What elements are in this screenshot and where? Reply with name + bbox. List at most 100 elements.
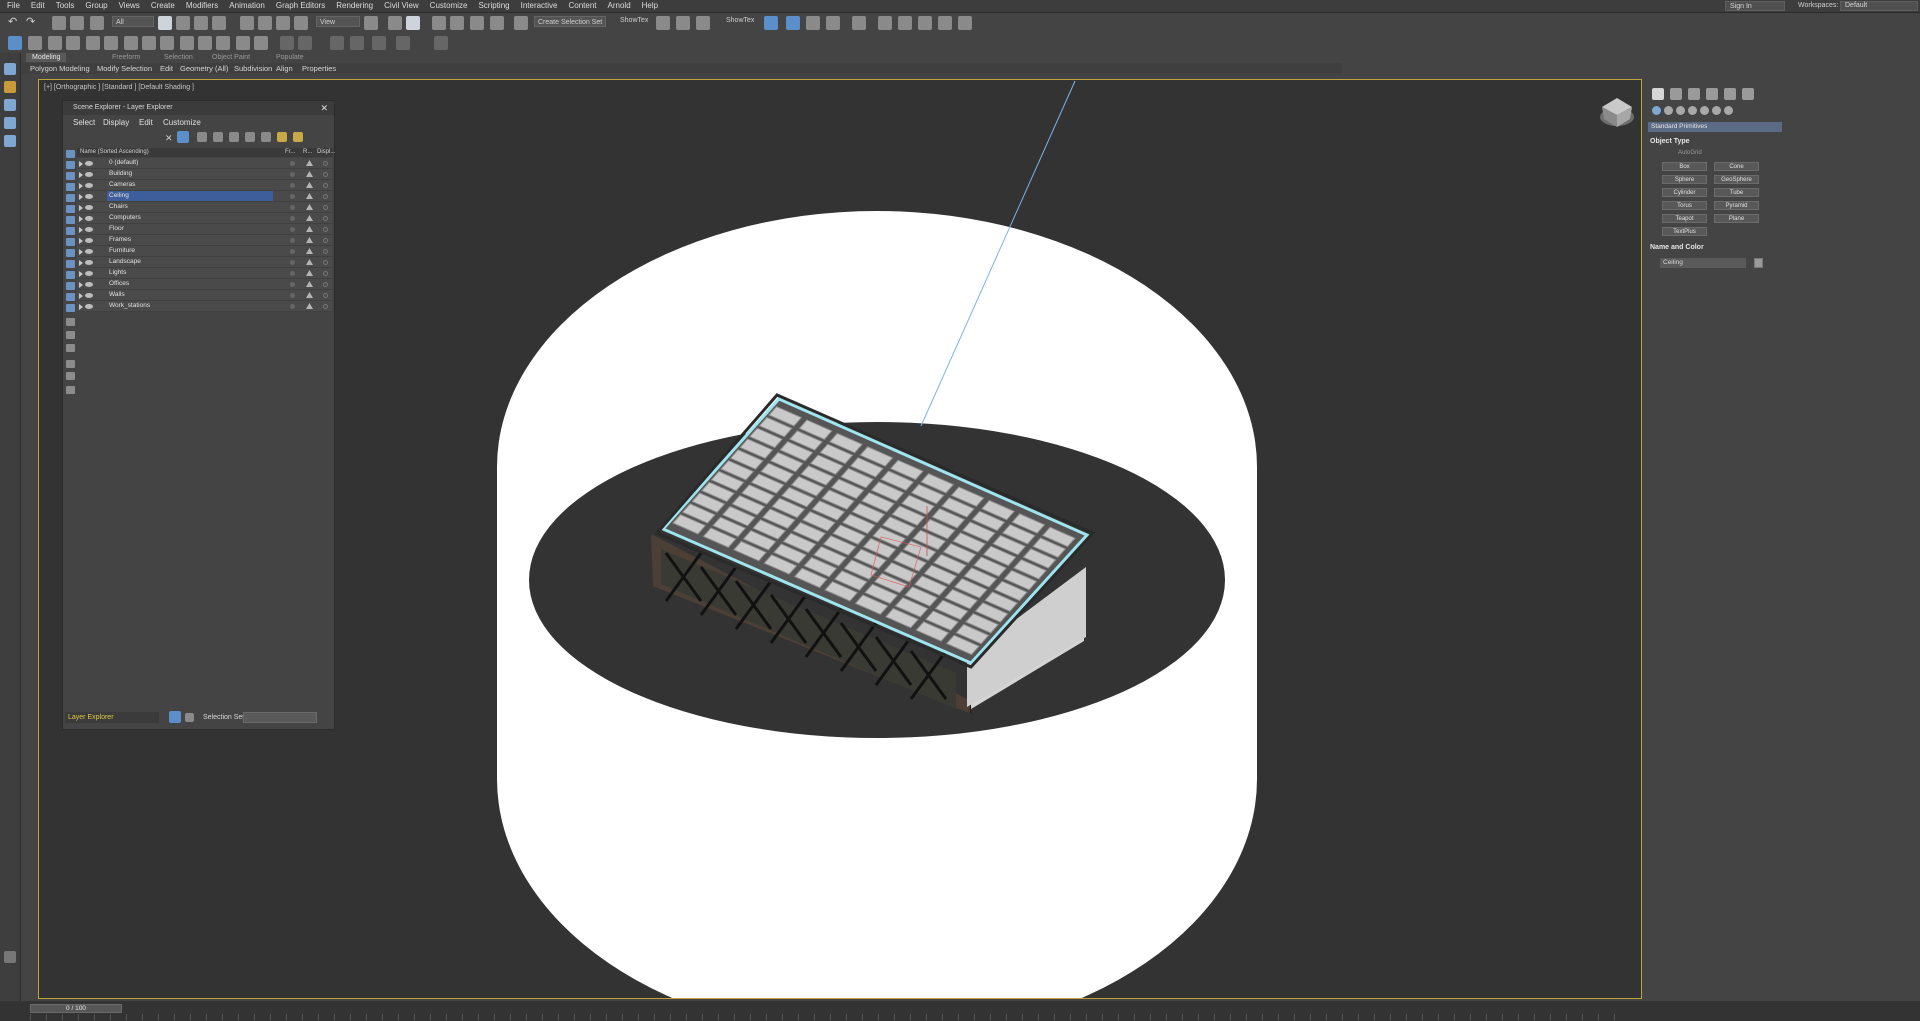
expand-arrow-icon[interactable]	[79, 260, 83, 266]
box-icon[interactable]	[236, 36, 250, 50]
create-geosphere-button[interactable]: GeoSphere	[1714, 175, 1759, 184]
display-toggle-icon[interactable]	[323, 194, 328, 199]
render-toggle-icon[interactable]	[306, 237, 313, 243]
layer-name[interactable]: Offices	[107, 279, 273, 289]
create-torus-button[interactable]: Torus	[1662, 201, 1707, 210]
freeze-toggle-icon[interactable]	[290, 260, 295, 265]
arnold-render-icon[interactable]	[958, 16, 972, 30]
expand-arrow-icon[interactable]	[79, 238, 83, 244]
display-toggle-icon[interactable]	[323, 216, 328, 221]
display-toggle-icon[interactable]	[323, 172, 328, 177]
ribbon-subtab-subdivision[interactable]: Subdivision	[234, 63, 272, 74]
time-slider[interactable]: 0 / 100	[30, 1004, 122, 1013]
layer-row[interactable]: 0 (default)	[77, 158, 333, 169]
expand-arrow-icon[interactable]	[79, 271, 83, 277]
ribbon-subtab-align[interactable]: Align	[276, 63, 293, 74]
display-toggle-icon[interactable]	[323, 183, 328, 188]
expand-arrow-icon[interactable]	[79, 282, 83, 288]
layer-row[interactable]: Landscape	[77, 257, 333, 268]
snap-grid-icon[interactable]	[198, 36, 212, 50]
ribbon-subtab-modify-selection[interactable]: Modify Selection	[97, 63, 152, 74]
eye-icon[interactable]	[85, 205, 93, 210]
explorer-menu-customize[interactable]: Customize	[163, 117, 201, 129]
display-tab-icon[interactable]	[1724, 88, 1736, 100]
display-toggle-icon[interactable]	[323, 238, 328, 243]
eye-icon[interactable]	[85, 238, 93, 243]
display-toggle-icon[interactable]	[323, 227, 328, 232]
doc-icon[interactable]	[66, 344, 75, 352]
freeze-toggle-icon[interactable]	[290, 271, 295, 276]
render-toggle-icon[interactable]	[306, 281, 313, 287]
filter-bones-icon[interactable]	[66, 238, 75, 246]
ribbon-tab-modeling[interactable]: Modeling	[26, 53, 67, 62]
render-toggle-icon[interactable]	[306, 193, 313, 199]
layer-name[interactable]: Building	[107, 169, 273, 179]
filter-helpers-icon[interactable]	[66, 194, 75, 202]
layer-row[interactable]: Walls	[77, 290, 333, 301]
menu-item-create[interactable]: Create	[146, 0, 181, 12]
close-icon[interactable]: ✕	[320, 101, 328, 115]
toggle-layer-explorer-icon[interactable]	[696, 16, 710, 30]
funnel-icon[interactable]	[66, 372, 75, 380]
motion-tab-icon[interactable]	[1706, 88, 1718, 100]
move-gizmo-icon[interactable]	[298, 36, 312, 50]
eye-icon[interactable]	[85, 293, 93, 298]
layers-stack-icon[interactable]	[261, 132, 271, 142]
lock-icon[interactable]	[197, 132, 207, 142]
render-in-cloud-icon[interactable]	[938, 16, 952, 30]
freeze-toggle-icon[interactable]	[290, 216, 295, 221]
layer-name[interactable]: Ceiling	[107, 191, 273, 201]
menu-item-edit[interactable]: Edit	[26, 0, 51, 12]
expand-arrow-icon[interactable]	[79, 249, 83, 255]
ribbon-subtab-geometry-all-[interactable]: Geometry (All)	[180, 63, 228, 74]
highlight-icon[interactable]	[277, 132, 287, 142]
place-icon[interactable]	[294, 16, 308, 30]
modify-tab-icon[interactable]	[1670, 88, 1682, 100]
material-editor-icon[interactable]	[852, 16, 866, 30]
light-icon[interactable]	[8, 36, 22, 50]
object-color-swatch[interactable]	[1754, 258, 1763, 268]
menu-item-scripting[interactable]: Scripting	[473, 0, 515, 12]
explorer-menu-display[interactable]: Display	[103, 117, 129, 129]
layer-row[interactable]: Chairs	[77, 202, 333, 213]
viewcube[interactable]	[1600, 98, 1634, 127]
filter-all-icon[interactable]	[66, 282, 75, 290]
filter-lights-icon[interactable]	[66, 172, 75, 180]
expand-arrow-icon[interactable]	[79, 304, 83, 310]
ribbon-subtab-edit[interactable]: Edit	[160, 63, 173, 74]
filter-shapes-icon[interactable]	[66, 161, 75, 169]
display-toggle-icon[interactable]	[323, 249, 328, 254]
filter-geometry-icon[interactable]	[66, 150, 75, 158]
grid-icon[interactable]	[180, 36, 194, 50]
layer-row[interactable]: Floor	[77, 224, 333, 235]
freeze-toggle-icon[interactable]	[290, 249, 295, 254]
hierarchy-tab-icon[interactable]	[1688, 88, 1700, 100]
create-textplus-button[interactable]: TextPlus	[1662, 227, 1707, 236]
timeline-ticks[interactable]	[30, 1014, 1630, 1020]
layer-name[interactable]: Lights	[107, 268, 273, 278]
curve-editor-icon[interactable]	[806, 16, 820, 30]
menu-item-rendering[interactable]: Rendering	[331, 0, 379, 12]
freeze-toggle-icon[interactable]	[290, 161, 295, 166]
folder-icon[interactable]	[66, 386, 75, 394]
systems-icon[interactable]	[1724, 106, 1733, 115]
layer-name[interactable]: Landscape	[107, 257, 273, 267]
eye-icon[interactable]	[85, 183, 93, 188]
expand-arrow-icon[interactable]	[79, 194, 83, 200]
menu-item-animation[interactable]: Animation	[224, 0, 271, 12]
select-manipulate-icon[interactable]	[388, 16, 402, 30]
selection-filter-dropdown[interactable]: All	[112, 16, 154, 27]
freeze-toggle-icon[interactable]	[290, 227, 295, 232]
menu-item-civil-view[interactable]: Civil View	[379, 0, 425, 12]
column-name[interactable]: Name (Sorted Ascending)	[80, 148, 149, 157]
menu-item-customize[interactable]: Customize	[425, 0, 474, 12]
eye-icon[interactable]	[85, 271, 93, 276]
layer-name[interactable]: Chairs	[107, 202, 273, 212]
select-by-name-icon[interactable]	[176, 16, 190, 30]
freeze-toggle-icon[interactable]	[290, 205, 295, 210]
physical-camera-icon[interactable]	[66, 36, 80, 50]
ribbon-tab-populate[interactable]: Populate	[270, 53, 310, 62]
layer-row[interactable]: Lights	[77, 268, 333, 279]
eye-icon[interactable]	[85, 282, 93, 287]
gear-icon[interactable]	[28, 36, 42, 50]
